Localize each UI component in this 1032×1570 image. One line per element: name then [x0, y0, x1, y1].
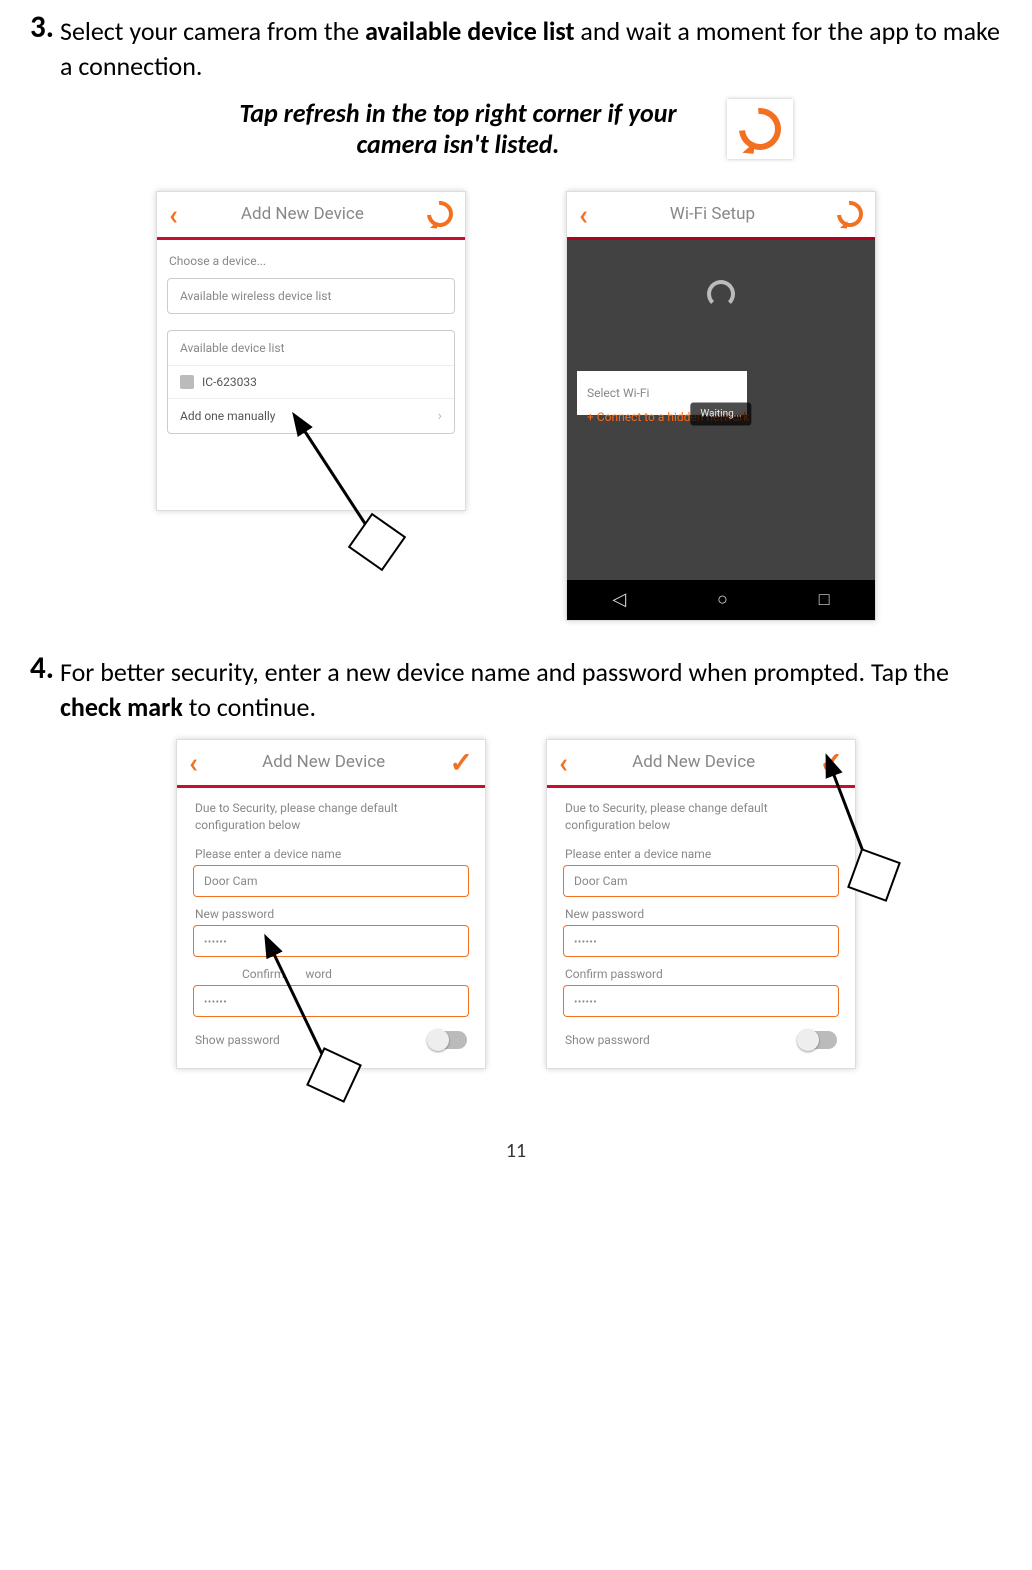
- show-password-toggle[interactable]: [799, 1031, 837, 1049]
- screenshots-row-1: ‹ Add New Device Choose a device... Avai…: [30, 191, 1002, 621]
- phone-security-left: ‹ Add New Device ✓ Due to Security, plea…: [176, 739, 486, 1069]
- tip-line2: camera isn't listed.: [239, 129, 676, 160]
- add-manually-label: Add one manually: [180, 409, 275, 423]
- header-title: Wi-Fi Setup: [670, 204, 755, 224]
- tip-text: Tap refresh in the top right corner if y…: [239, 98, 676, 160]
- check-icon[interactable]: ✓: [820, 746, 843, 779]
- show-password-label: Show password: [565, 1033, 650, 1047]
- step-3: 3. Select your camera from the available…: [30, 10, 1002, 84]
- device-card: Available device list IC-623033 Add one …: [167, 330, 455, 434]
- check-icon[interactable]: ✓: [450, 746, 473, 779]
- chevron-right-icon: ›: [438, 408, 442, 424]
- bold-text: available device list: [365, 15, 574, 47]
- refresh-icon[interactable]: [832, 196, 869, 233]
- security-note: Due to Security, please change default c…: [547, 788, 855, 838]
- loading-spinner: [707, 280, 735, 308]
- header-title: Add New Device: [262, 752, 385, 772]
- password-label: New password: [177, 897, 485, 925]
- step-number: 3.: [30, 10, 54, 84]
- confirm-input[interactable]: [193, 985, 469, 1017]
- choose-label: Choose a device...: [157, 240, 465, 274]
- add-manually-row[interactable]: Add one manually ›: [168, 398, 454, 433]
- back-icon[interactable]: ‹: [189, 746, 198, 779]
- wireless-card: Available wireless device list: [167, 278, 455, 314]
- name-label: Please enter a device name: [177, 837, 485, 865]
- tip-row: Tap refresh in the top right corner if y…: [30, 98, 1002, 160]
- refresh-icon-box: [727, 99, 793, 159]
- back-icon[interactable]: ‹: [169, 198, 178, 231]
- name-label: Please enter a device name: [547, 837, 855, 865]
- show-password-label: Show password: [195, 1033, 280, 1047]
- confirm-label: Confirm word: [177, 957, 485, 985]
- step-4: 4. For better security, enter a new devi…: [30, 651, 1002, 725]
- security-note: Due to Security, please change default c…: [177, 788, 485, 838]
- screenshots-row-2: ‹ Add New Device ✓ Due to Security, plea…: [30, 739, 1002, 1069]
- phone-wifi-setup: ‹ Wi-Fi Setup Select Wi-Fi + Connect to …: [566, 191, 876, 621]
- app-header: ‹ Add New Device: [157, 192, 465, 240]
- tip-line1: Tap refresh in the top right corner if y…: [239, 98, 676, 129]
- password-input[interactable]: [193, 925, 469, 957]
- device-header: Available device list: [168, 331, 454, 365]
- refresh-icon: [730, 100, 789, 159]
- refresh-icon[interactable]: [422, 196, 459, 233]
- back-icon[interactable]: ‹: [579, 198, 588, 231]
- app-header: ‹ Wi-Fi Setup: [567, 192, 875, 240]
- confirm-input[interactable]: [563, 985, 839, 1017]
- step-3-text: Select your camera from the available de…: [60, 10, 1002, 84]
- phone-add-device: ‹ Add New Device Choose a device... Avai…: [156, 191, 466, 511]
- phone-security-right: ‹ Add New Device ✓ Due to Security, plea…: [546, 739, 856, 1069]
- bold-text: check mark: [60, 691, 183, 723]
- step-number: 4.: [30, 651, 54, 725]
- show-password-row: Show password: [177, 1017, 485, 1063]
- waiting-toast: Waiting...: [690, 403, 751, 426]
- text: Select your camera from the: [60, 15, 365, 47]
- app-header: ‹ Add New Device ✓: [547, 740, 855, 788]
- nav-recent-icon[interactable]: □: [819, 589, 830, 610]
- password-label: New password: [547, 897, 855, 925]
- device-row[interactable]: IC-623033: [168, 365, 454, 398]
- show-password-row: Show password: [547, 1017, 855, 1063]
- camera-icon: [180, 375, 194, 389]
- device-name-input[interactable]: Door Cam: [193, 865, 469, 897]
- header-title: Add New Device: [632, 752, 755, 772]
- nav-home-icon[interactable]: ○: [717, 589, 728, 610]
- show-password-toggle[interactable]: [429, 1031, 467, 1049]
- wireless-header: Available wireless device list: [168, 279, 454, 313]
- text: to continue.: [183, 691, 316, 723]
- select-wifi-label: Select Wi-Fi: [587, 386, 649, 400]
- device-name-input[interactable]: Door Cam: [563, 865, 839, 897]
- android-navbar: ◁ ○ □: [567, 580, 875, 620]
- device-id: IC-623033: [202, 375, 257, 389]
- page-number: 11: [30, 1139, 1002, 1163]
- confirm-label: Confirm password: [547, 957, 855, 985]
- step-4-text: For better security, enter a new device …: [60, 651, 1002, 725]
- text: For better security, enter a new device …: [60, 656, 949, 688]
- header-title: Add New Device: [241, 204, 364, 224]
- nav-back-icon[interactable]: ◁: [612, 589, 626, 610]
- back-icon[interactable]: ‹: [559, 746, 568, 779]
- app-header: ‹ Add New Device ✓: [177, 740, 485, 788]
- password-input[interactable]: [563, 925, 839, 957]
